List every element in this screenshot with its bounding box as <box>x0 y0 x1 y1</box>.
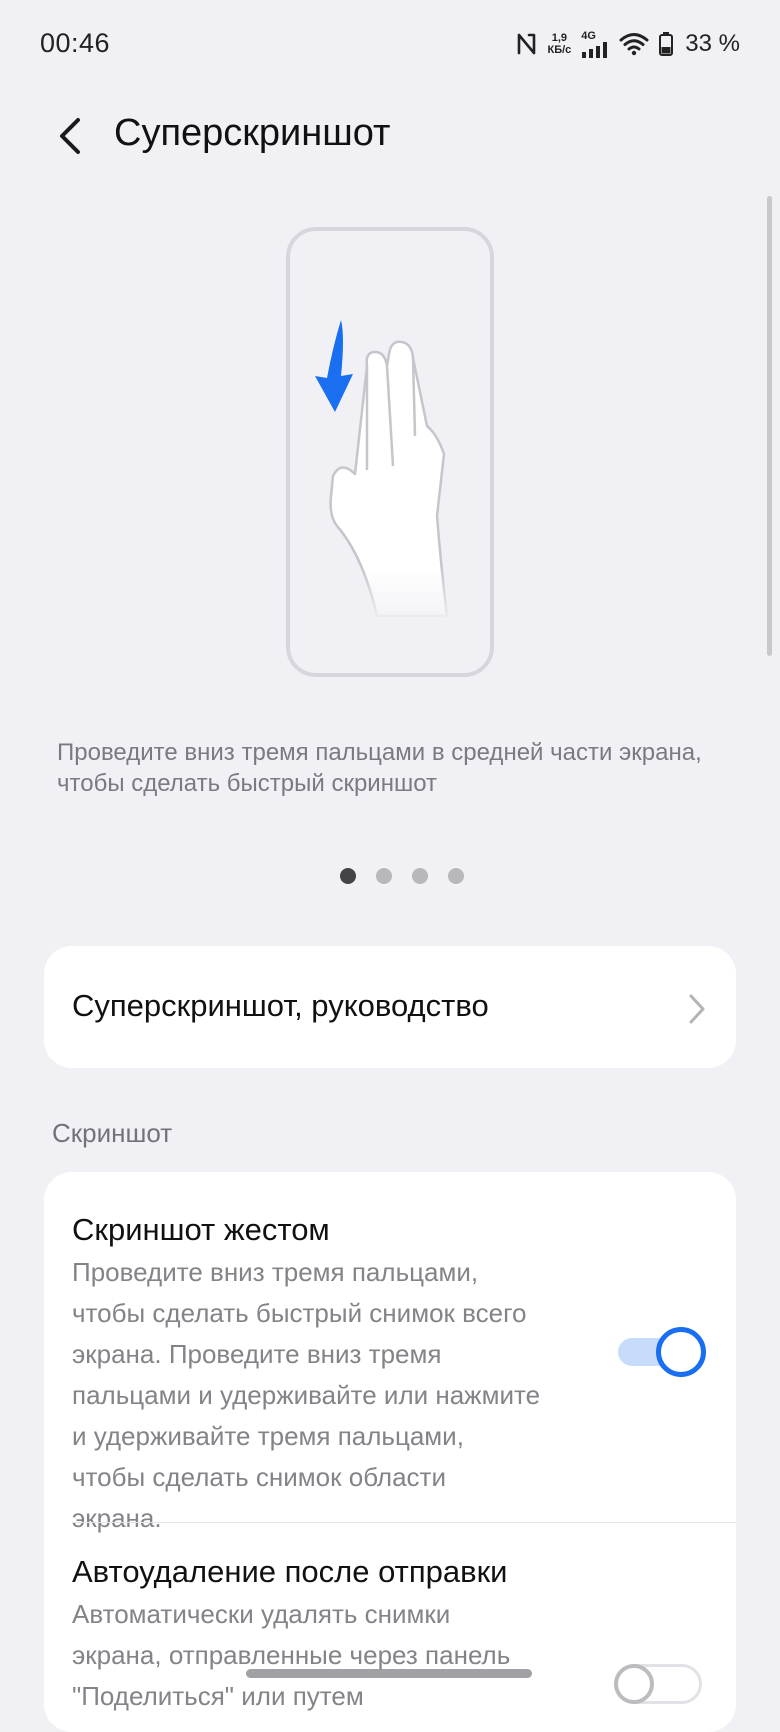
page-title: Суперскриншот <box>114 112 391 154</box>
gesture-illustration <box>286 227 494 677</box>
network-speed-unit: КБ/с <box>547 44 572 56</box>
auto-delete-toggle[interactable] <box>614 1650 704 1706</box>
network-type: 4G <box>581 29 596 42</box>
toggle-knob <box>656 1327 706 1377</box>
tutorial-description: Проведите вниз тремя пальцами в средней … <box>57 739 702 797</box>
guide-item-label: Суперскриншот, руководство <box>72 988 489 1023</box>
app-header: Суперскриншот <box>0 100 780 170</box>
page-dot-1[interactable] <box>340 868 356 884</box>
signal-icon <box>582 41 608 58</box>
section-header-screenshot: Скриншот <box>52 1118 173 1148</box>
toggle-knob <box>614 1664 654 1704</box>
auto-delete-title: Автоудаление после отправки <box>72 1554 508 1589</box>
scrollbar[interactable] <box>767 196 772 656</box>
status-bar: 00:46 1,9 КБ/с 4G 33 % <box>0 0 780 90</box>
swipe-down-arrow-icon <box>315 320 353 412</box>
battery-level: 33 % <box>685 30 740 57</box>
page-indicator[interactable] <box>0 868 780 884</box>
gesture-screenshot-description: Проведите вниз тремя пальцами, чтобы сде… <box>72 1257 541 1533</box>
back-icon[interactable] <box>50 112 94 160</box>
status-time: 00:46 <box>40 28 111 58</box>
home-indicator[interactable] <box>246 1669 532 1678</box>
page-dot-3[interactable] <box>412 868 428 884</box>
screenshot-settings-card: Скриншот жестом Проведите вниз тремя пал… <box>44 1172 736 1732</box>
gesture-screenshot-toggle[interactable] <box>618 1324 706 1380</box>
battery-icon <box>659 32 674 56</box>
page-dot-2[interactable] <box>376 868 392 884</box>
wifi-icon <box>619 33 649 56</box>
signal-indicator: 4G <box>581 29 609 58</box>
chevron-right-icon <box>689 994 705 1024</box>
nfc-icon <box>517 33 535 55</box>
page-dot-4[interactable] <box>448 868 464 884</box>
auto-delete-description: Автоматически удалять снимки экрана, отп… <box>72 1599 511 1711</box>
guide-item[interactable]: Суперскриншот, руководство <box>44 946 736 1068</box>
gesture-screenshot-title: Скриншот жестом <box>72 1212 330 1247</box>
network-speed-value: 1,9 <box>551 32 568 44</box>
status-icons: 1,9 КБ/с 4G 33 % <box>516 29 740 58</box>
divider <box>72 1522 736 1523</box>
network-speed: 1,9 КБ/с <box>548 32 572 56</box>
